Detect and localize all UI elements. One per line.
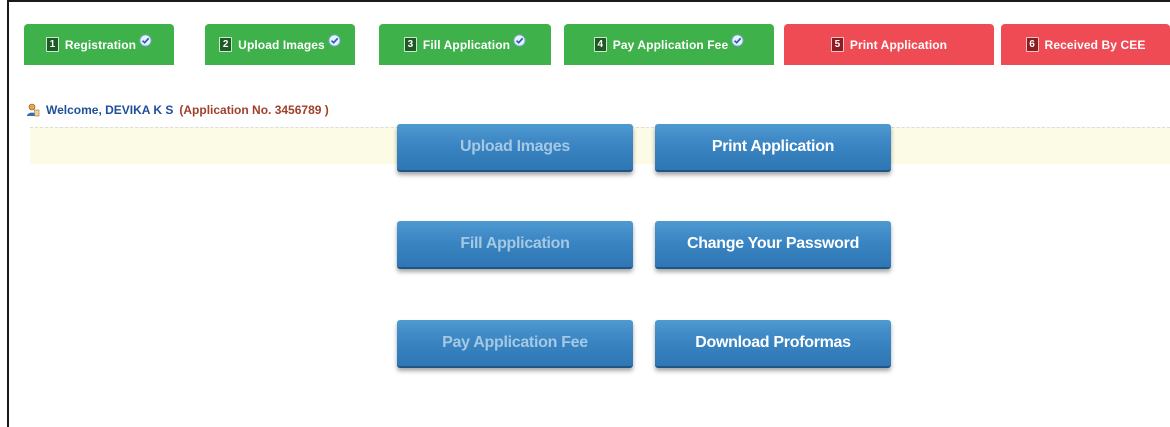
step-label: Fill Application	[422, 37, 511, 52]
fill-application-button[interactable]: Fill Application	[397, 221, 633, 269]
step-print-application[interactable]: 5 Print Application	[784, 24, 994, 65]
step-label: Upload Images	[238, 37, 325, 52]
pay-application-fee-button[interactable]: Pay Application Fee	[397, 320, 633, 368]
print-application-button[interactable]: Print Application	[655, 124, 891, 172]
download-proformas-button[interactable]: Download Proformas	[655, 320, 891, 368]
step-number: 1	[45, 37, 59, 52]
progress-steps: 1 Registration 2 Upload Images 3 Fill Ap…	[24, 24, 1170, 66]
step-label: Received By CEE	[1044, 37, 1146, 52]
step-number: 4	[593, 37, 607, 52]
welcome-message: Welcome, DEVIKA K S (Application No. 345…	[26, 103, 329, 117]
step-registration[interactable]: 1 Registration	[24, 24, 174, 65]
step-pay-application-fee[interactable]: 4 Pay Application Fee	[564, 24, 774, 65]
upload-images-button[interactable]: Upload Images	[397, 124, 633, 172]
step-label: Print Application	[849, 37, 948, 52]
application-number: (Application No. 3456789 )	[179, 103, 329, 117]
user-icon	[27, 103, 40, 117]
check-icon	[731, 34, 744, 47]
step-received-by-cee[interactable]: 6 Received By CEE	[1001, 24, 1170, 65]
step-number: 5	[830, 37, 844, 52]
welcome-text: Welcome, DEVIKA K S	[46, 103, 174, 117]
step-number: 3	[403, 37, 417, 52]
change-password-button[interactable]: Change Your Password	[655, 221, 891, 269]
check-icon	[513, 34, 526, 47]
step-number: 6	[1025, 37, 1039, 52]
check-icon	[139, 34, 152, 47]
step-label: Registration	[64, 37, 137, 52]
step-fill-application[interactable]: 3 Fill Application	[379, 24, 551, 65]
step-label: Pay Application Fee	[612, 37, 729, 52]
step-number: 2	[219, 37, 233, 52]
step-upload-images[interactable]: 2 Upload Images	[205, 24, 355, 65]
check-icon	[328, 34, 341, 47]
